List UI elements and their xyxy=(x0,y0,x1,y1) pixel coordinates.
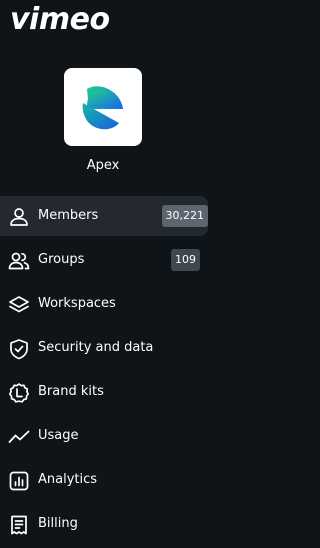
shield-check-icon xyxy=(10,339,28,360)
sidebar-item-label: Analytics xyxy=(38,472,98,487)
sidebar-item-label: Groups xyxy=(38,252,85,267)
sidebar-item-label: Security and data xyxy=(38,340,154,355)
layers-icon xyxy=(9,296,29,313)
sidebar-item-label: Usage xyxy=(38,428,79,443)
members-count-badge: 30,221 xyxy=(161,205,208,227)
org-name: Apex xyxy=(86,158,120,173)
sidebar-item-label: Workspaces xyxy=(38,296,116,311)
sidebar-item-members[interactable]: Members 30,221 xyxy=(0,196,208,236)
sidebar-item-usage[interactable]: Usage xyxy=(0,416,208,456)
sidebar-item-billing[interactable]: Billing xyxy=(0,504,208,544)
sidebar-item-label: Billing xyxy=(38,516,78,531)
sidebar-item-security-and-data[interactable]: Security and data xyxy=(0,328,208,368)
sidebar-item-analytics[interactable]: Analytics xyxy=(0,460,208,500)
bar-chart-icon xyxy=(9,471,29,491)
sidebar-item-label: Brand kits xyxy=(38,384,104,399)
sidebar-item-brand-kits[interactable]: Brand kits xyxy=(0,372,208,412)
org-logo-icon xyxy=(82,86,123,130)
sidebar-item-label: Members xyxy=(38,208,99,223)
sidebar-item-groups[interactable]: Groups 109 xyxy=(0,240,208,280)
group-icon xyxy=(8,252,30,270)
receipt-icon xyxy=(11,515,27,535)
trend-line-icon xyxy=(8,430,30,443)
groups-count-badge: 109 xyxy=(171,249,200,271)
org-avatar[interactable] xyxy=(64,68,142,146)
person-icon xyxy=(10,208,28,226)
vimeo-logo[interactable]: vimeo xyxy=(10,2,110,37)
brand-kit-icon xyxy=(8,383,30,403)
sidebar-item-workspaces[interactable]: Workspaces xyxy=(0,284,208,324)
sidebar-nav: Members 30,221 Groups 109 Workspaces Sec… xyxy=(0,196,208,548)
